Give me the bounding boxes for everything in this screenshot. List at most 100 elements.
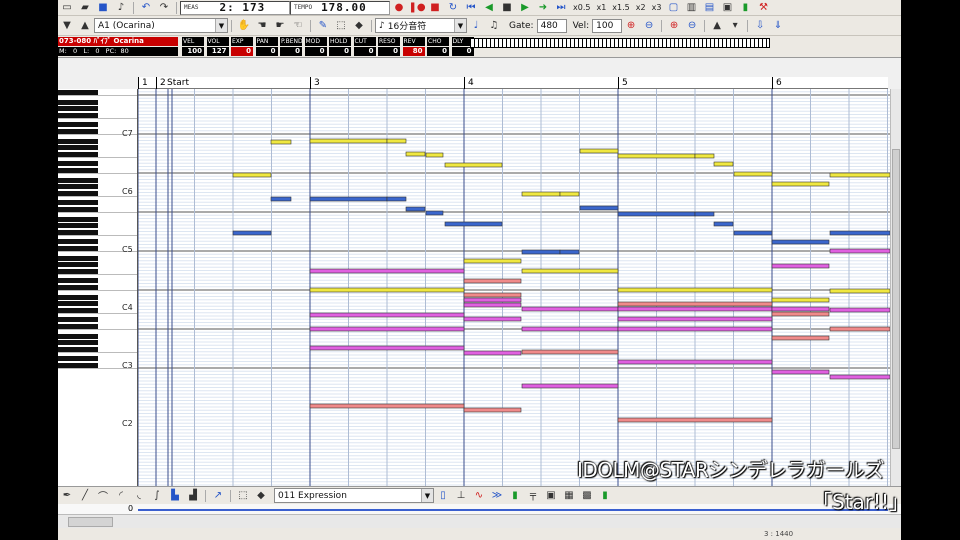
midi-note[interactable] — [771, 369, 830, 375]
midi-note[interactable] — [309, 326, 465, 332]
rate-x1-button[interactable]: x1 — [596, 3, 606, 12]
track-down-icon[interactable]: ▼ — [59, 19, 75, 33]
piano-roll-grid[interactable] — [138, 89, 890, 486]
midi-note[interactable] — [617, 301, 773, 307]
midi-note[interactable] — [309, 345, 465, 351]
param-vel[interactable]: VEL 100 — [182, 37, 204, 56]
param-cut[interactable]: CUT 0 — [353, 37, 376, 56]
midi-note[interactable] — [521, 268, 619, 274]
eraser-icon[interactable]: ◆ — [351, 19, 367, 33]
midi-note[interactable] — [713, 221, 734, 227]
hand-move-icon[interactable]: ☛ — [272, 19, 288, 33]
black-key[interactable] — [58, 294, 98, 300]
black-key[interactable] — [58, 301, 98, 306]
param-cho[interactable]: CHO 0 — [427, 37, 449, 56]
midi-note[interactable] — [463, 407, 522, 413]
gate-input[interactable]: 480 — [536, 18, 567, 33]
controller-lane[interactable]: 0 — [58, 504, 901, 514]
rate-x05-button[interactable]: x0.5 — [573, 3, 590, 12]
midi-note[interactable] — [559, 191, 580, 197]
track-up-icon[interactable]: ▲ — [77, 19, 93, 33]
black-key[interactable] — [58, 362, 98, 368]
midi-note[interactable] — [309, 403, 465, 409]
black-key[interactable] — [58, 122, 98, 128]
midi-note[interactable] — [425, 152, 444, 158]
punch-record-icon[interactable]: ❚● — [408, 1, 425, 15]
black-key[interactable] — [58, 245, 98, 251]
midi-note[interactable] — [521, 306, 619, 312]
save-icon[interactable]: ■ — [95, 1, 111, 15]
midi-note[interactable] — [463, 292, 522, 298]
midi-note[interactable] — [463, 297, 522, 303]
midi-note[interactable] — [463, 316, 522, 322]
black-key[interactable] — [58, 167, 98, 173]
midi-note[interactable] — [309, 138, 388, 144]
play-icon[interactable]: ▶ — [517, 1, 533, 15]
param-vol[interactable]: VOL 127 — [206, 37, 229, 56]
zoom-in-h-icon[interactable]: ⊕ — [623, 19, 639, 33]
black-key[interactable] — [58, 145, 98, 150]
modify-tool-icon[interactable]: ↗ — [210, 489, 226, 503]
midi-note[interactable] — [771, 306, 830, 312]
rate-x3-button[interactable]: x3 — [652, 3, 662, 12]
black-key[interactable] — [58, 278, 98, 284]
midi-note[interactable] — [521, 326, 619, 332]
midi-note[interactable] — [829, 288, 890, 294]
measure-ruler[interactable]: 1 2 Start 3 4 5 6 — [138, 77, 888, 89]
midi-note[interactable] — [270, 139, 292, 145]
metronome-icon[interactable]: ▲ — [709, 19, 725, 33]
midi-note[interactable] — [617, 211, 696, 217]
midi-note[interactable] — [444, 162, 503, 168]
triplet-icon[interactable]: ♫ — [486, 19, 502, 33]
rate-x2-button[interactable]: x2 — [636, 3, 646, 12]
black-key[interactable] — [58, 177, 98, 183]
black-key[interactable] — [58, 223, 98, 228]
to-start-icon[interactable]: ⏮ — [463, 1, 479, 15]
midi-note[interactable] — [829, 248, 890, 254]
midi-note[interactable] — [771, 239, 830, 245]
black-key[interactable] — [58, 356, 98, 362]
midi-note[interactable] — [771, 335, 830, 341]
midi-note[interactable] — [829, 326, 890, 332]
black-key[interactable] — [58, 346, 98, 352]
score-icon[interactable]: ♪ — [113, 1, 129, 15]
track-select[interactable]: A1 (Ocarina) ▼ — [94, 18, 228, 33]
midi-note[interactable] — [617, 316, 773, 322]
param-reso[interactable]: RESO 0 — [378, 37, 400, 56]
black-key[interactable] — [58, 138, 98, 144]
hand-copy-icon[interactable]: ☜ — [290, 19, 306, 33]
vertical-scroll-thumb[interactable] — [892, 149, 900, 449]
param-rev[interactable]: REV 80 — [402, 37, 425, 56]
black-key[interactable] — [58, 106, 98, 111]
midi-note[interactable] — [309, 287, 465, 293]
library-icon[interactable]: ▥ — [683, 1, 699, 15]
open-folder-icon[interactable]: ▰ — [77, 1, 93, 15]
midi-note[interactable] — [733, 230, 773, 236]
redo-icon[interactable]: ↷ — [156, 1, 172, 15]
midi-note[interactable] — [232, 172, 272, 178]
black-key[interactable] — [58, 284, 98, 290]
ctl-graph-icon[interactable]: ▩ — [579, 489, 595, 503]
midi-note[interactable] — [232, 230, 272, 236]
black-key[interactable] — [58, 229, 98, 235]
import-icon[interactable]: ⇩ — [752, 19, 768, 33]
ctl-eraser-icon[interactable]: ◆ — [253, 489, 269, 503]
note-length-select[interactable]: ♪ 16分音符 ▼ — [375, 18, 467, 33]
window-icon[interactable]: ▢ — [665, 1, 681, 15]
midi-note[interactable] — [309, 312, 465, 318]
controller-select[interactable]: 011 Expression ▼ — [274, 488, 434, 503]
ctl-meter-icon[interactable]: ▮ — [597, 489, 613, 503]
param-pan[interactable]: PAN 0 — [255, 37, 278, 56]
ctl-print-icon[interactable]: ⊥ — [453, 489, 469, 503]
curve-in-icon[interactable]: ◜ — [113, 489, 129, 503]
ctl-wave-icon[interactable]: ∿ — [471, 489, 487, 503]
midi-note[interactable] — [694, 153, 715, 159]
dropdown-icon[interactable]: ▾ — [727, 19, 743, 33]
meter-icon[interactable]: ▮ — [737, 1, 753, 15]
loop-icon[interactable]: ↻ — [445, 1, 461, 15]
midi-note[interactable] — [444, 221, 503, 227]
midi-note[interactable] — [521, 383, 619, 389]
ctl-rect-select-icon[interactable]: ⬚ — [235, 489, 251, 503]
midi-note[interactable] — [521, 249, 561, 255]
param-mod[interactable]: MOD 0 — [304, 37, 327, 56]
